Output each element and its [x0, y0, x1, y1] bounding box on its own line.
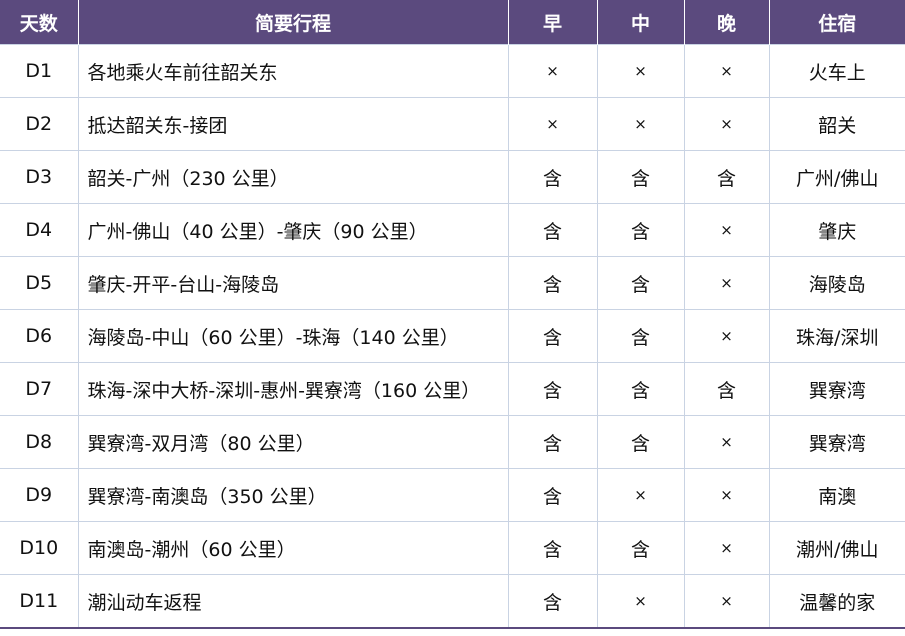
itinerary-table: 天数 简要行程 早 中 晚 住宿 D1 各地乘火车前往韶关东 × × × 火车上 D2 抵达韶…	[0, 0, 905, 629]
route-cell: 珠海-深中大桥-深圳-惠州-巽寮湾（160 公里）	[77, 362, 509, 416]
header-dinner: 晚	[683, 0, 769, 45]
header-day: 天数	[0, 0, 78, 45]
dinner-cell: ×	[683, 97, 770, 151]
lunch-cell: 含	[596, 203, 685, 257]
lunch-cell: 含	[596, 309, 685, 363]
lunch-cell: 含	[596, 362, 685, 416]
day-cell: D2	[0, 97, 79, 151]
table-row: D8 巽寮湾-双月湾（80 公里）含含 × 巽寮湾	[0, 415, 905, 469]
dinner-cell: 含	[683, 362, 770, 416]
breakfast-cell: 含	[507, 362, 598, 416]
lunch-cell: ×	[596, 44, 685, 98]
breakfast-cell: ×	[507, 44, 598, 98]
dinner-cell: ×	[683, 256, 770, 310]
route-cell: 抵达韶关东-接团	[77, 97, 509, 151]
dinner-cell: ×	[683, 309, 770, 363]
stay-cell: 巽寮湾	[768, 415, 905, 469]
header-breakfast: 早	[507, 0, 597, 45]
stay-cell: 海陵岛	[768, 256, 905, 310]
stay-cell: 巽寮湾	[768, 362, 905, 416]
dinner-cell: ×	[683, 44, 770, 98]
day-cell: D8	[0, 415, 79, 469]
header-route: 简要行程	[77, 0, 508, 45]
stay-cell: 韶关	[768, 97, 905, 151]
lunch-cell: ×	[596, 574, 685, 629]
day-cell: D1	[0, 44, 79, 98]
lunch-cell: 含	[596, 521, 685, 575]
route-cell: 南澳岛-潮州（60 公里）	[77, 521, 509, 575]
header-stay: 住宿	[768, 0, 905, 45]
route-cell: 广州-佛山（40 公里）-肇庆（90 公里）	[77, 203, 509, 257]
lunch-cell: ×	[596, 468, 685, 522]
table-header: 天数 简要行程 早 中 晚 住宿	[0, 0, 905, 45]
dinner-cell: ×	[683, 574, 770, 629]
breakfast-cell: 含	[507, 309, 598, 363]
header-row: 天数 简要行程 早 中 晚 住宿	[0, 0, 905, 45]
breakfast-cell: 含	[507, 256, 598, 310]
day-cell: D6	[0, 309, 79, 363]
dinner-cell: ×	[683, 468, 770, 522]
table-row: D1 各地乘火车前往韶关东 × × × 火车上	[0, 44, 905, 98]
day-cell: D10	[0, 521, 79, 575]
day-cell: D11	[0, 574, 79, 629]
lunch-cell: 含	[596, 150, 685, 204]
table-row: D4 广州-佛山（40 公里）-肇庆（90 公里）含含 × 肇庆	[0, 203, 905, 257]
day-cell: D4	[0, 203, 79, 257]
day-cell: D7	[0, 362, 79, 416]
breakfast-cell: 含	[507, 203, 598, 257]
lunch-cell: ×	[596, 97, 685, 151]
table-body: D1 各地乘火车前往韶关东 × × × 火车上 D2 抵达韶关东-接团 × × × 韶关 D3 韶关-广州…	[0, 44, 905, 629]
lunch-cell: 含	[596, 415, 685, 469]
header-lunch: 中	[596, 0, 684, 45]
breakfast-cell: 含	[507, 574, 598, 629]
table-row: D11 潮汕动车返程含 × × 温馨的家	[0, 574, 905, 629]
table-row: D10 南澳岛-潮州（60 公里）含含 × 潮州/佛山	[0, 521, 905, 575]
day-cell: D9	[0, 468, 79, 522]
route-cell: 海陵岛-中山（60 公里）-珠海（140 公里）	[77, 309, 509, 363]
dinner-cell: 含	[683, 150, 770, 204]
stay-cell: 火车上	[768, 44, 905, 98]
stay-cell: 珠海/深圳	[768, 309, 905, 363]
route-cell: 巽寮湾-南澳岛（350 公里）	[77, 468, 509, 522]
dinner-cell: ×	[683, 521, 770, 575]
stay-cell: 广州/佛山	[768, 150, 905, 204]
breakfast-cell: 含	[507, 521, 598, 575]
table-row: D6 海陵岛-中山（60 公里）-珠海（140 公里）含含 × 珠海/深圳	[0, 309, 905, 363]
stay-cell: 温馨的家	[768, 574, 905, 629]
breakfast-cell: 含	[507, 468, 598, 522]
dinner-cell: ×	[683, 415, 770, 469]
breakfast-cell: 含	[507, 150, 598, 204]
route-cell: 巽寮湾-双月湾（80 公里）	[77, 415, 509, 469]
route-cell: 潮汕动车返程	[77, 574, 509, 629]
day-cell: D3	[0, 150, 79, 204]
stay-cell: 潮州/佛山	[768, 521, 905, 575]
lunch-cell: 含	[596, 256, 685, 310]
table-row: D7 珠海-深中大桥-深圳-惠州-巽寮湾（160 公里）含含含巽寮湾	[0, 362, 905, 416]
dinner-cell: ×	[683, 203, 770, 257]
stay-cell: 肇庆	[768, 203, 905, 257]
table-row: D9 巽寮湾-南澳岛（350 公里）含 × × 南澳	[0, 468, 905, 522]
route-cell: 各地乘火车前往韶关东	[77, 44, 509, 98]
table-row: D5 肇庆-开平-台山-海陵岛含含 × 海陵岛	[0, 256, 905, 310]
table-row: D2 抵达韶关东-接团 × × × 韶关	[0, 97, 905, 151]
breakfast-cell: 含	[507, 415, 598, 469]
stay-cell: 南澳	[768, 468, 905, 522]
breakfast-cell: ×	[507, 97, 598, 151]
table-row: D3 韶关-广州（230 公里）含含含广州/佛山	[0, 150, 905, 204]
route-cell: 肇庆-开平-台山-海陵岛	[77, 256, 509, 310]
route-cell: 韶关-广州（230 公里）	[77, 150, 509, 204]
day-cell: D5	[0, 256, 79, 310]
